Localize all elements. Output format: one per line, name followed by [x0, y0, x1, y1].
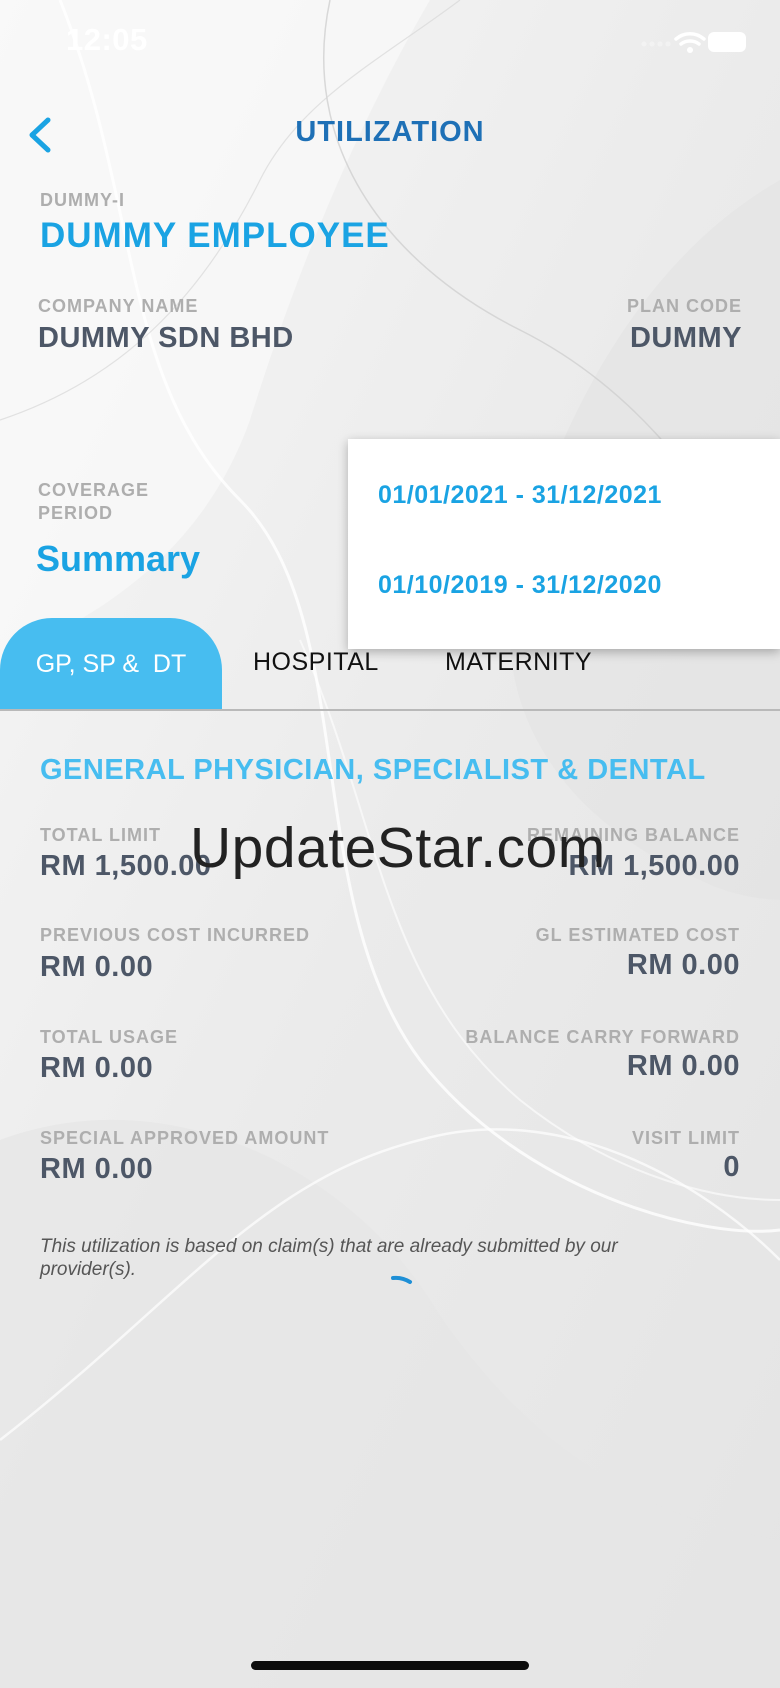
tab-hospital[interactable]: HOSPITAL [253, 648, 379, 677]
tab-maternity[interactable]: MATERNITY [445, 648, 592, 677]
battery-icon [708, 32, 746, 52]
loading-spinner-icon [391, 1275, 412, 1284]
carry-forward-value: RM 0.00 [626, 1050, 740, 1082]
total-limit-label: TOTAL LIMIT [40, 825, 161, 845]
wifi-icon [674, 32, 706, 46]
visit-limit-label: VISIT LIMIT [632, 1128, 740, 1148]
carry-forward-label: BALANCE CARRY FORWARD [465, 1027, 740, 1047]
special-approved-value: RM 0.00 [40, 1153, 154, 1185]
previous-cost-label: PREVIOUS COST INCURRED [40, 925, 311, 945]
total-limit-value: RM 1,500.00 [40, 850, 212, 882]
section-title: GENERAL PHYSICIAN, SPECIALIST & DENTAL [40, 754, 706, 786]
utilization-note: This utilization is based on claim(s) th… [40, 1236, 618, 1280]
gl-estimated-label: GL ESTIMATED COST [535, 925, 740, 945]
employee-id: DUMMY-I [40, 190, 125, 210]
signal-icon [641, 41, 671, 47]
period-option-2021[interactable]: 01/01/2021 - 31/12/2021 [378, 481, 662, 510]
visit-limit-value: 0 [723, 1151, 740, 1183]
status-icons [641, 32, 746, 53]
previous-cost-value: RM 0.00 [40, 951, 154, 983]
home-indicator[interactable] [251, 1661, 529, 1670]
coverage-period-dropdown: 01/01/2021 - 31/12/2021 01/10/2019 - 31/… [348, 439, 780, 649]
company-name-label: COMPANY NAME [38, 296, 199, 316]
status-time: 12:05 [66, 22, 148, 57]
plan-code-value: DUMMY [629, 322, 742, 354]
employee-name: DUMMY EMPLOYEE [40, 216, 390, 255]
gl-estimated-value: RM 0.00 [626, 949, 740, 981]
company-name-value: DUMMY SDN BHD [38, 322, 294, 354]
wifi-dot [687, 47, 693, 53]
watermark-text: UpdateStar.com [190, 816, 606, 880]
page-title: UTILIZATION [295, 116, 485, 148]
special-approved-label: SPECIAL APPROVED AMOUNT [40, 1128, 330, 1148]
tab-gp-sp-dt[interactable]: GP, SP & DT [0, 618, 222, 711]
total-usage-value: RM 0.00 [40, 1052, 154, 1084]
total-usage-label: TOTAL USAGE [40, 1027, 179, 1047]
coverage-summary-selector[interactable]: Summary [36, 538, 200, 580]
plan-code-label: PLAN CODE [626, 296, 742, 316]
tab-divider [0, 709, 780, 711]
coverage-period-label: COVERAGE PERIOD [38, 480, 150, 523]
period-option-2019-2020[interactable]: 01/10/2019 - 31/12/2020 [378, 571, 662, 600]
